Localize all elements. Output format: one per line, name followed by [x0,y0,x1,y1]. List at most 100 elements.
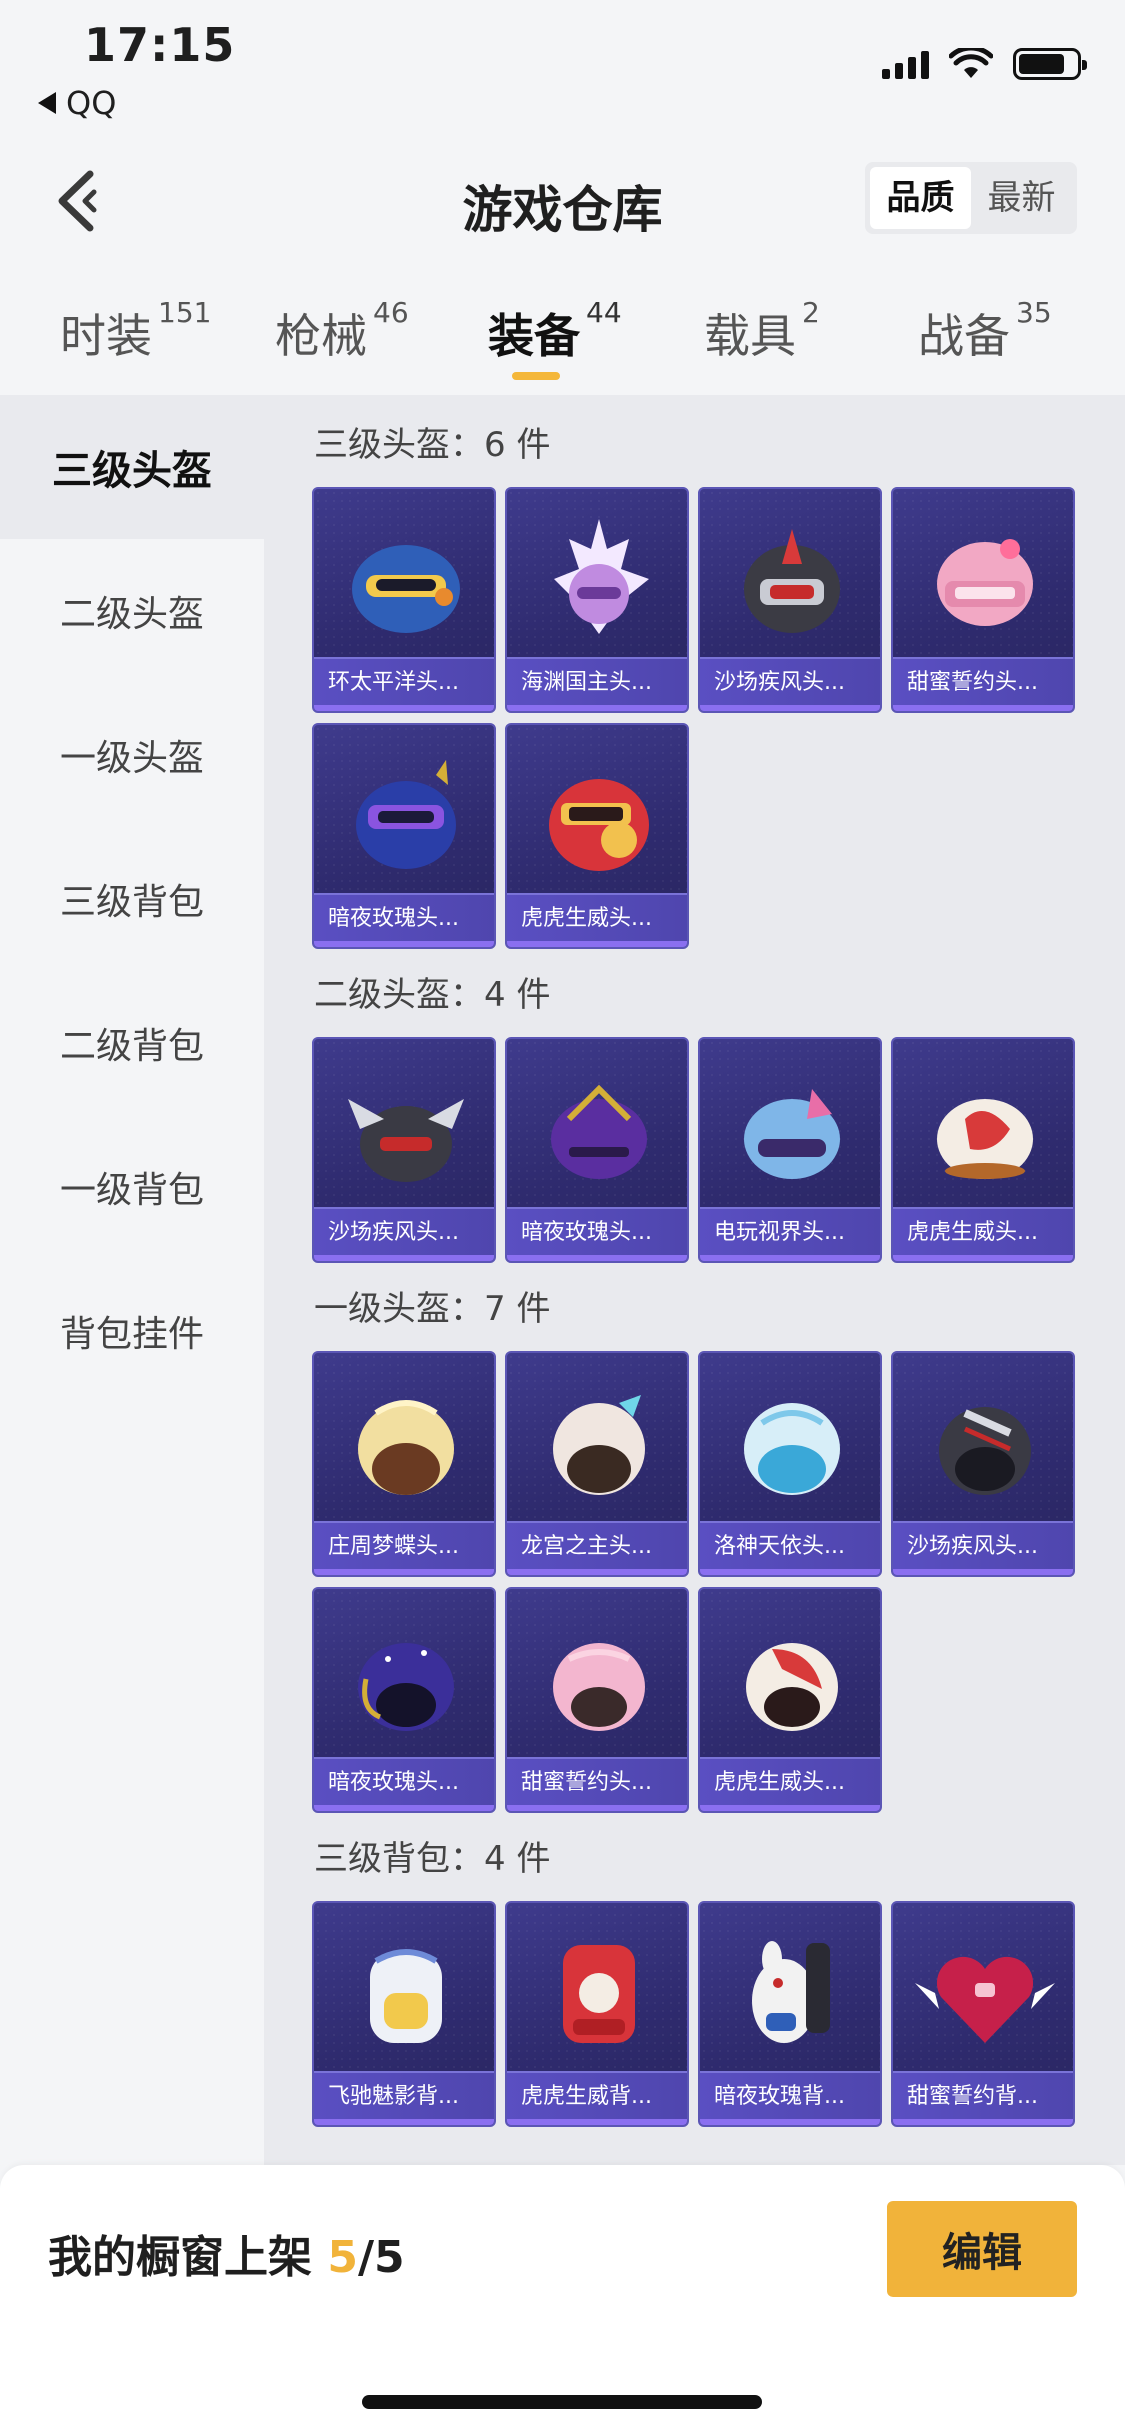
item-card[interactable]: 暗夜玫瑰头... [312,1587,496,1813]
item-card[interactable]: 海渊国主头... [505,487,689,713]
item-card[interactable]: 沙场疾风头... [312,1037,496,1263]
showcase-status: 我的橱窗上架 5/5 [48,2221,405,2285]
helmet-icon [356,760,456,869]
back-to-app-link[interactable]: QQ [38,84,116,122]
item-name: 暗夜玫瑰头... [314,1757,494,1811]
helmet-icon [352,545,460,633]
sidebar-item-level2-backpack[interactable]: 二级背包 [0,971,264,1115]
helmet-icon [553,1395,645,1495]
item-name: 虎虎生威头... [893,1207,1073,1261]
item-name: 虎虎生威头... [507,893,687,947]
section-title: 三级头盔：6 件 [314,425,551,465]
helmet-icon [937,539,1033,626]
category-tabs: 时装 151 枪械 46 装备 44 载具 2 战备 35 [0,280,1125,395]
sort-option-latest[interactable]: 最新 [971,167,1072,229]
item-name: 洛神天依头... [700,1521,880,1575]
showcase-label: 我的橱窗上架 [48,2232,328,2283]
back-triangle-icon [38,92,56,114]
item-name: 甜蜜誓约头... [893,657,1073,711]
helmet-icon [744,1089,840,1179]
item-card[interactable]: 飞驰魅影背... [312,1901,496,2127]
item-name: 环太平洋头... [314,657,494,711]
item-name: 虎虎生威背... [507,2071,687,2125]
item-name: 暗夜玫瑰头... [314,893,494,947]
helmet-icon [358,1400,454,1495]
helmet-icon [744,1403,840,1495]
helmet-icon [746,1643,838,1731]
item-card[interactable]: 电玩视界头... [698,1037,882,1263]
edit-button[interactable]: 编辑 [887,2201,1077,2297]
helmet-icon [358,1643,454,1731]
item-card[interactable]: 洛神天依头... [698,1351,882,1577]
tab-equipment[interactable]: 装备 44 [488,296,622,366]
helmet-icon [549,779,649,871]
item-name: 海渊国主头... [507,657,687,711]
tab-vehicles[interactable]: 载具 2 [704,296,820,366]
sidebar-item-level3-helmet[interactable]: 三级头盔 [0,395,264,539]
item-card[interactable]: 龙宫之主头... [505,1351,689,1577]
item-card[interactable]: 沙场疾风头... [891,1351,1075,1577]
showcase-total: /5 [357,2232,405,2283]
helmet-icon [553,1643,645,1731]
helmet-icon [939,1407,1031,1495]
item-name: 虎虎生威头... [700,1757,880,1811]
tab-count: 46 [373,296,409,329]
page-header: 游戏仓库 品质 最新 [0,130,1125,270]
item-card[interactable]: 虎虎生威头... [505,723,689,949]
wifi-icon [949,48,993,78]
item-name: 电玩视界头... [700,1207,880,1261]
helmet-icon [744,529,840,633]
sidebar-item-backpack-pendant[interactable]: 背包挂件 [0,1259,264,1403]
tab-label: 枪械 [275,309,367,363]
showcase-count: 5 [327,2232,358,2283]
active-tab-indicator [512,372,560,380]
backpack-icon [563,1945,635,2043]
item-card[interactable]: 环太平洋头... [312,487,496,713]
item-card[interactable]: 虎虎生威头... [891,1037,1075,1263]
cellular-signal-icon [882,49,929,79]
item-card[interactable]: 甜蜜誓约头... [891,487,1075,713]
tab-count: 44 [586,296,622,329]
back-app-label: QQ [66,84,117,122]
system-icons [882,48,1087,80]
item-card[interactable]: 庄周梦蝶头... [312,1351,496,1577]
helmet-icon [554,519,649,634]
tab-label: 载具 [704,309,796,363]
item-card[interactable]: 沙场疾风头... [698,487,882,713]
item-grid-panel: 三级头盔：6 件 环太平洋头... 海渊国主头... 沙场疾风头... 甜蜜誓约… [264,395,1125,2165]
sort-option-quality[interactable]: 品质 [870,167,971,229]
backpack-icon [752,1941,830,2043]
item-card[interactable]: 暗夜玫瑰背... [698,1901,882,2127]
section-title: 二级头盔：4 件 [314,975,551,1015]
item-name: 沙场疾风头... [314,1207,494,1261]
tab-supplies[interactable]: 战备 35 [918,296,1052,366]
helmet-icon [937,1099,1033,1179]
item-name: 龙宫之主头... [507,1521,687,1575]
sidebar-item-level1-backpack[interactable]: 一级背包 [0,1115,264,1259]
helmet-icon [348,1099,464,1182]
tab-fashion[interactable]: 时装 151 [60,296,211,366]
item-card[interactable]: 暗夜玫瑰头... [312,723,496,949]
tab-weapons[interactable]: 枪械 46 [275,296,409,366]
item-card[interactable]: 虎虎生威背... [505,1901,689,2127]
item-name: 沙场疾风头... [893,1521,1073,1575]
subcategory-sidebar: 三级头盔 二级头盔 一级头盔 三级背包 二级背包 一级背包 背包挂件 [0,395,264,2165]
sort-toggle[interactable]: 品质 最新 [865,162,1077,234]
item-card[interactable]: 虎虎生威头... [698,1587,882,1813]
sidebar-item-level2-helmet[interactable]: 二级头盔 [0,539,264,683]
bottom-bar: 我的橱窗上架 5/5 编辑 [0,2165,1125,2436]
sidebar-item-level1-helmet[interactable]: 一级头盔 [0,683,264,827]
tab-count: 151 [158,296,212,329]
item-card[interactable]: 暗夜玫瑰头... [505,1037,689,1263]
item-name: 甜蜜誓约头... [507,1757,687,1811]
status-bar: 17:15 QQ [0,0,1125,130]
sidebar-item-level3-backpack[interactable]: 三级背包 [0,827,264,971]
item-name: 沙场疾风头... [700,657,880,711]
tab-label: 装备 [488,309,580,363]
helmet-icon [551,1084,647,1179]
item-card[interactable]: 甜蜜誓约背... [891,1901,1075,2127]
home-indicator[interactable] [362,2395,762,2409]
item-card[interactable]: 甜蜜誓约头... [505,1587,689,1813]
item-name: 甜蜜誓约背... [893,2071,1073,2125]
backpack-icon [370,1949,442,2043]
